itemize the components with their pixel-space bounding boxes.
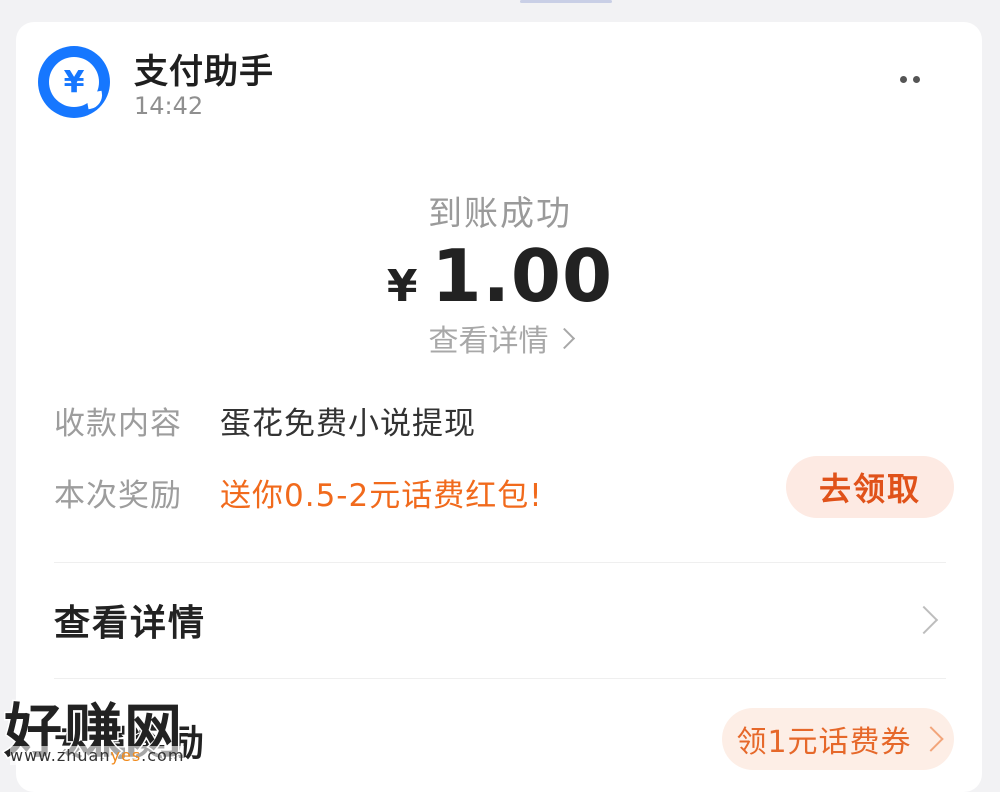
reward-value: 送你0.5-2元话费红包! [220,478,543,514]
amount-display: ¥ 1.00 [0,234,1000,318]
amount-value: 1.00 [431,234,614,318]
notification-header: ¥ 支付助手 14:42 [38,44,928,144]
payment-content-label: 收款内容 [54,406,182,442]
yuan-icon: ¥ [49,57,99,107]
chevron-right-icon [917,726,944,752]
view-detail-row[interactable]: 查看详情 [54,580,946,660]
top-handle [520,0,612,3]
claim-button[interactable]: 去领取 [786,456,954,518]
currency-symbol: ¥ [386,261,418,312]
exclusive-reward-label: 专属奖励 [54,723,207,764]
chevron-right-icon [909,605,939,635]
reward-label: 本次奖励 [54,478,182,514]
payment-content-row: 收款内容 蛋花免费小说提现 [54,398,954,443]
app-name: 支付助手 [134,52,274,92]
coupon-button-label: 领1元话费券 [736,725,912,760]
payment-status: 到账成功 [428,194,572,234]
coupon-button[interactable]: 领1元话费券 [722,708,954,770]
view-detail-link-label: 查看详情 [428,324,549,359]
payment-content-value: 蛋花免费小说提现 [220,406,476,442]
payment-assistant-logo-icon: ¥ [38,46,110,118]
reward-row: 本次奖励 送你0.5-2元话费红包! 去领取 [54,456,954,518]
message-time: 14:42 [134,92,204,120]
more-dots-icon[interactable] [892,72,928,86]
divider [54,678,946,679]
divider [54,562,946,563]
view-detail-row-label: 查看详情 [54,603,207,644]
chevron-right-icon [553,327,575,349]
view-detail-link[interactable]: 查看详情 [0,316,1000,360]
